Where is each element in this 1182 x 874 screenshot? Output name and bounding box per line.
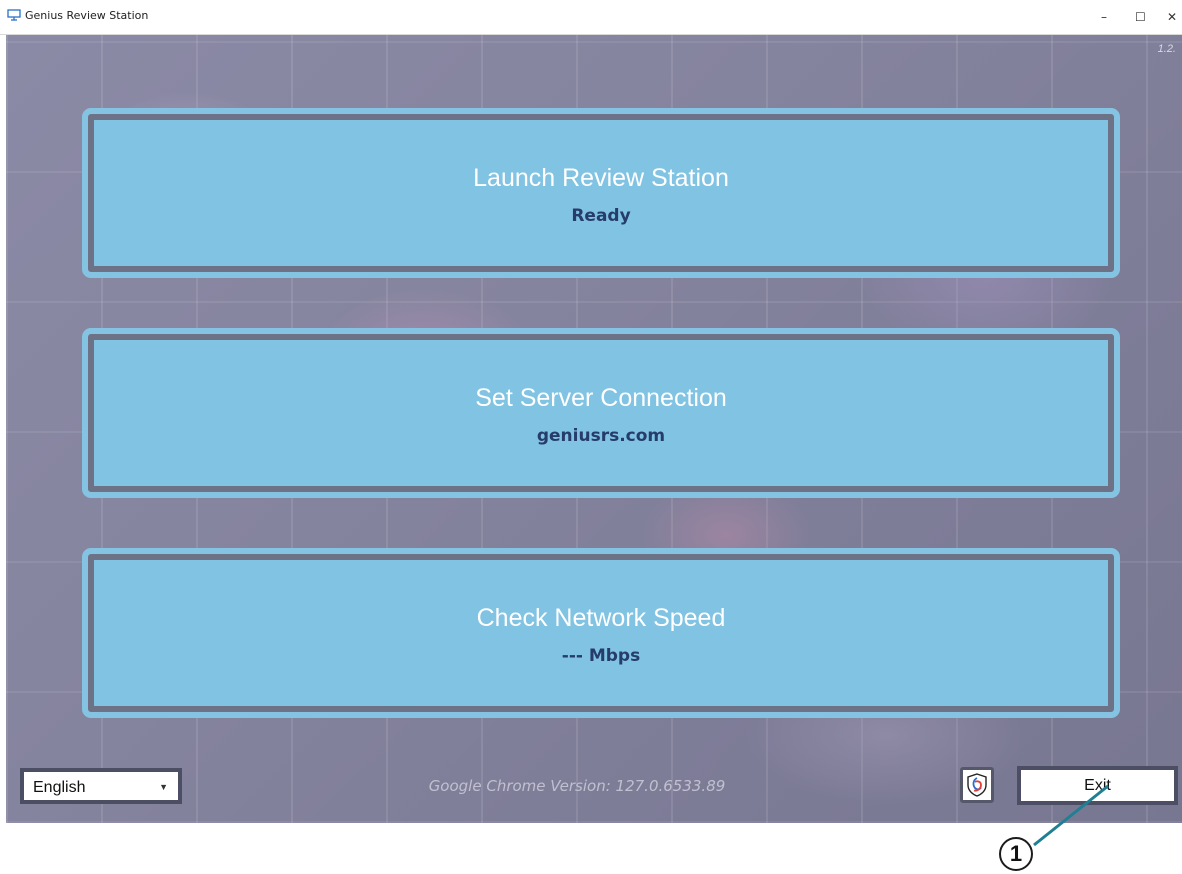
callout-number: 1 — [999, 837, 1033, 871]
callout-leader-line — [1033, 784, 1109, 847]
